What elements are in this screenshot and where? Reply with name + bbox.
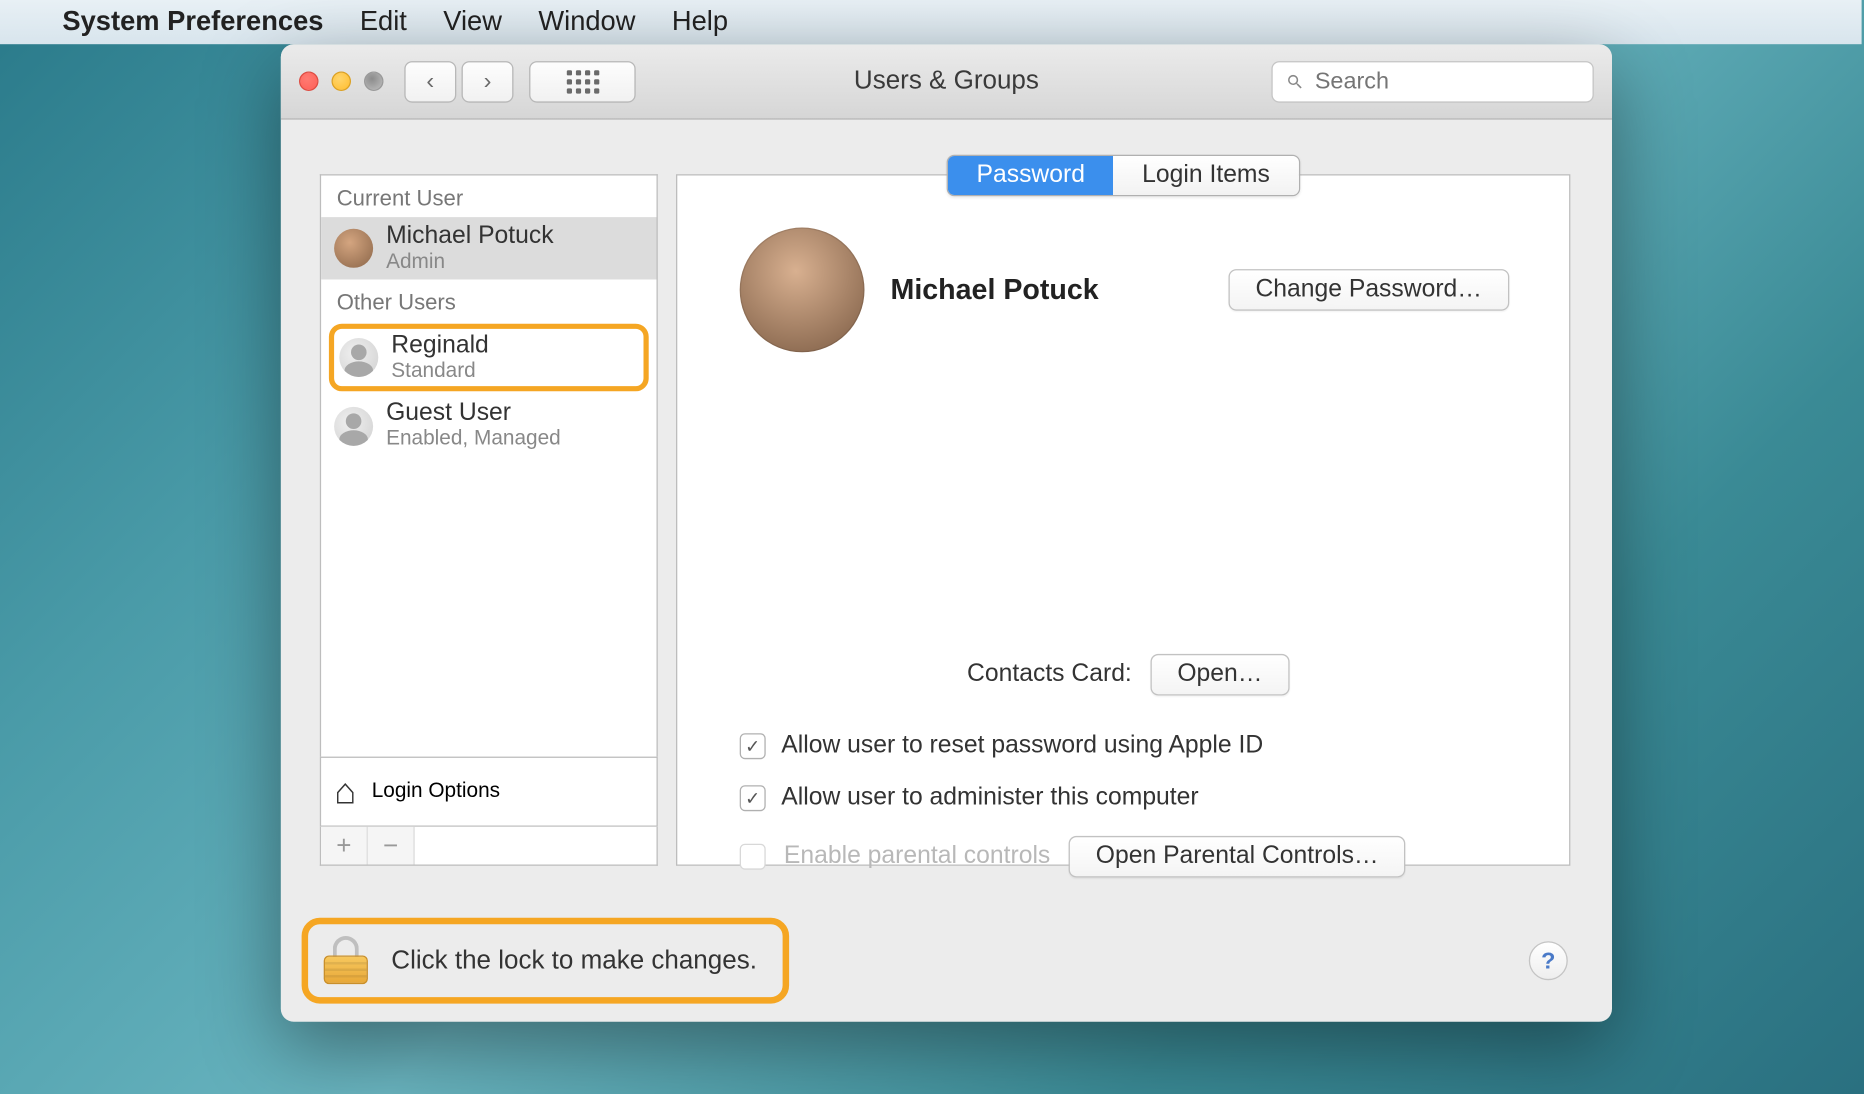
avatar-icon	[339, 338, 378, 377]
user-list: Current User Michael Potuck Admin Other …	[320, 174, 658, 756]
contacts-card-label: Contacts Card:	[967, 660, 1132, 689]
checkbox-reset-password[interactable]: ✓	[740, 733, 766, 759]
show-all-button[interactable]	[529, 60, 636, 102]
menubar: System Preferences Edit View Window Help	[0, 0, 1862, 44]
tab-password[interactable]: Password	[948, 156, 1114, 195]
section-current-user: Current User	[321, 176, 656, 218]
menu-view[interactable]: View	[443, 7, 502, 38]
user-role: Standard	[391, 360, 489, 384]
checkbox-administer-label: Allow user to administer this computer	[781, 784, 1198, 813]
change-password-button[interactable]: Change Password…	[1228, 269, 1509, 311]
zoom-window-button[interactable]	[364, 72, 384, 92]
checkbox-reset-password-label: Allow user to reset password using Apple…	[781, 732, 1263, 761]
user-row-current[interactable]: Michael Potuck Admin	[321, 217, 656, 280]
nav-back-button[interactable]: ‹	[404, 60, 456, 102]
grid-icon	[566, 70, 599, 93]
preferences-window: ‹ › Users & Groups Current User Michael	[281, 44, 1612, 1022]
user-name: Reginald	[391, 332, 489, 360]
nav-forward-button[interactable]: ›	[461, 60, 513, 102]
menu-window[interactable]: Window	[538, 7, 635, 38]
current-user-name: Michael Potuck	[890, 273, 1098, 307]
user-avatar[interactable]	[740, 227, 865, 352]
user-name: Guest User	[386, 400, 561, 428]
avatar-icon	[334, 406, 373, 445]
menu-help[interactable]: Help	[672, 7, 728, 38]
search-input[interactable]	[1315, 68, 1580, 95]
section-other-users: Other Users	[321, 280, 656, 322]
user-row-guest[interactable]: Guest User Enabled, Managed	[321, 395, 656, 458]
tab-bar: Password Login Items	[947, 155, 1300, 197]
titlebar: ‹ › Users & Groups	[281, 44, 1612, 119]
sidebar: Current User Michael Potuck Admin Other …	[320, 174, 658, 866]
user-role: Admin	[386, 251, 553, 275]
checkbox-parental-label: Enable parental controls	[784, 842, 1050, 871]
open-parental-controls-button[interactable]: Open Parental Controls…	[1068, 836, 1405, 878]
lock-area[interactable]: Click the lock to make changes.	[302, 918, 790, 1004]
lock-icon	[324, 937, 368, 984]
search-icon	[1286, 71, 1305, 92]
help-button[interactable]: ?	[1529, 941, 1568, 980]
close-window-button[interactable]	[299, 72, 319, 92]
open-contacts-button[interactable]: Open…	[1150, 654, 1290, 696]
house-icon: ⌂	[334, 771, 356, 813]
checkbox-parental	[740, 844, 766, 870]
app-name[interactable]: System Preferences	[62, 7, 323, 38]
lock-message: Click the lock to make changes.	[391, 946, 757, 976]
avatar-icon	[334, 229, 373, 268]
window-title: Users & Groups	[854, 66, 1039, 96]
tab-login-items[interactable]: Login Items	[1114, 156, 1299, 195]
user-role: Enabled, Managed	[386, 428, 561, 452]
checkbox-administer[interactable]: ✓	[740, 785, 766, 811]
menu-edit[interactable]: Edit	[360, 7, 407, 38]
add-remove-bar: + −	[320, 827, 658, 866]
main-panel: Password Login Items Michael Potuck Chan…	[676, 174, 1570, 866]
search-field[interactable]	[1271, 60, 1593, 102]
login-options-row[interactable]: ⌂ Login Options	[320, 757, 658, 827]
remove-user-button[interactable]: −	[368, 827, 415, 865]
window-controls	[299, 72, 384, 92]
add-user-button[interactable]: +	[321, 827, 368, 865]
highlighted-user-row[interactable]: Reginald Standard	[329, 324, 649, 392]
minimize-window-button[interactable]	[332, 72, 352, 92]
login-options-label: Login Options	[372, 780, 500, 803]
user-name: Michael Potuck	[386, 222, 553, 250]
